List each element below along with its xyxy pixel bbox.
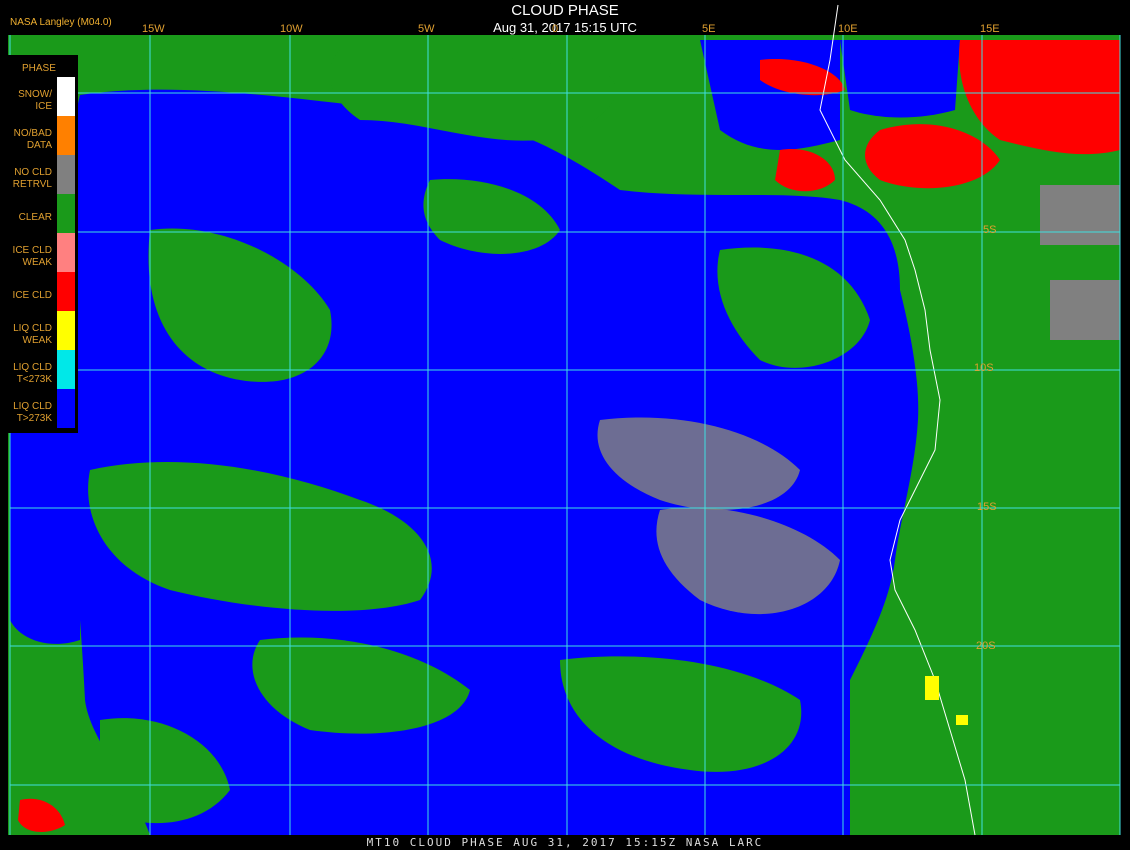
legend-item: NO/BAD DATA — [2, 116, 78, 155]
legend-item-label: ICE CLD WEAK — [12, 245, 52, 268]
map-timestamp: Aug 31, 2017 15:15 UTC — [493, 20, 637, 35]
legend-item-label: LIQ CLD T<273K — [13, 362, 52, 385]
legend-item: NO CLD RETRVL — [2, 155, 78, 194]
map-footer: MT10 CLOUD PHASE AUG 31, 2017 15:15Z NAS… — [366, 836, 764, 849]
legend-item-label: NO/BAD DATA — [13, 128, 52, 151]
legend-item: LIQ CLD WEAK — [2, 311, 78, 350]
longitude-label: 0 — [552, 23, 559, 35]
legend-item: SNOW/ICE — [2, 77, 78, 116]
legend-item-label: LIQ CLD WEAK — [13, 323, 52, 346]
legend-color-swatch — [57, 272, 75, 311]
legend-item-label: CLEAR — [18, 212, 52, 223]
longitude-label: 15W — [142, 23, 165, 35]
phase-legend: PHASE SNOW/ICE NO/BAD DATA NO CLD RETRVL CLEA… — [2, 55, 78, 433]
map-title: CLOUD PHASE — [511, 2, 619, 19]
longitude-label: 5E — [702, 23, 716, 35]
legend-color-swatch — [57, 233, 75, 272]
legend-item-label: SNOW/ICE — [18, 89, 52, 112]
latitude-label: 15S — [977, 501, 997, 513]
longitude-label: 15E — [980, 23, 1000, 35]
legend-item: ICE CLD — [2, 272, 78, 311]
legend-color-swatch — [57, 77, 75, 116]
longitude-label: 5W — [418, 23, 435, 35]
longitude-label: 10E — [838, 23, 858, 35]
legend-color-swatch — [57, 350, 75, 389]
longitude-label: 10W — [280, 23, 303, 35]
legend-color-swatch — [57, 194, 75, 233]
legend-item: LIQ CLD T>273K — [2, 389, 78, 428]
source-label: NASA Langley (M04.0) — [10, 17, 112, 28]
latitude-label: 20S — [976, 640, 996, 652]
legend-item-label: LIQ CLD T>273K — [13, 401, 52, 424]
legend-item-label: ICE CLD — [12, 290, 52, 301]
legend-item: ICE CLD WEAK — [2, 233, 78, 272]
cloud-phase-map — [0, 0, 1130, 850]
legend-item-label: NO CLD RETRVL — [12, 167, 52, 190]
legend-color-swatch — [57, 116, 75, 155]
legend-title: PHASE — [22, 63, 56, 74]
legend-item: CLEAR — [2, 194, 78, 233]
legend-color-swatch — [57, 155, 75, 194]
latitude-label: 5S — [983, 224, 997, 236]
latitude-label: 10S — [974, 362, 994, 374]
legend-color-swatch — [57, 311, 75, 350]
legend-color-swatch — [57, 389, 75, 428]
legend-item: LIQ CLD T<273K — [2, 350, 78, 389]
